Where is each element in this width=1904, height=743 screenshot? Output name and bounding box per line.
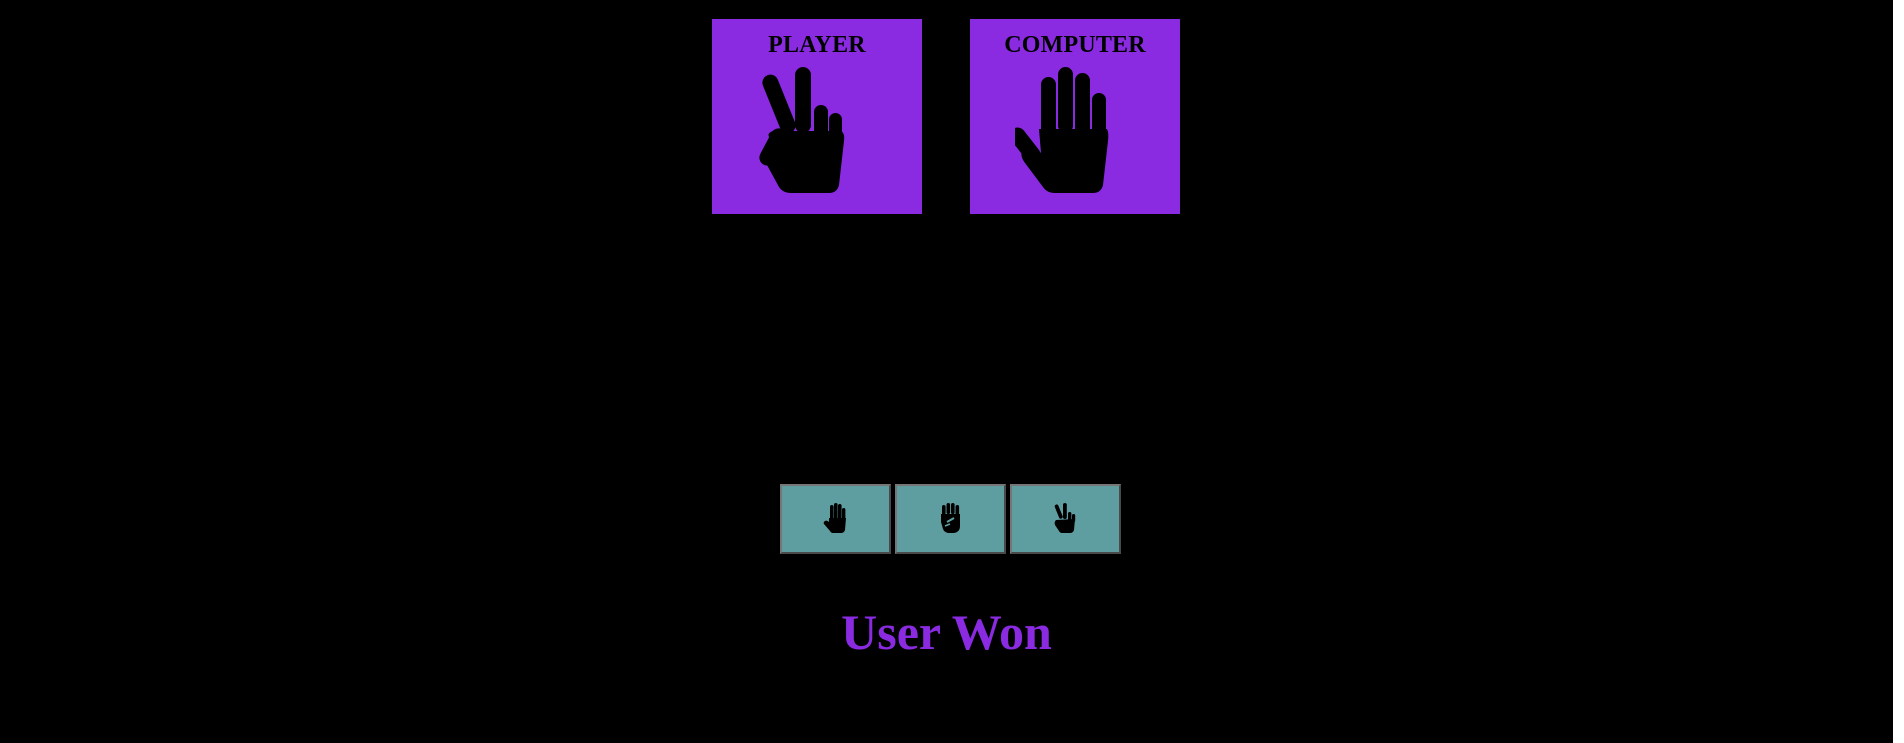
scissors-button[interactable] [1010,484,1121,554]
player-card: PLAYER [712,19,922,214]
paper-hand-icon [823,503,846,533]
scissors-hand-icon [759,67,845,193]
paper-button[interactable] [780,484,891,554]
scissors-hand-icon [1054,503,1075,533]
rock-button[interactable] [895,484,1006,554]
paper-hand-icon [1015,67,1109,193]
computer-card: COMPUTER [970,19,1180,214]
result-message: User Won [841,604,1052,660]
computer-title: COMPUTER [1004,32,1146,58]
rock-fist-icon [940,503,960,533]
player-title: PLAYER [768,32,866,58]
choice-bar [780,484,1121,554]
game-page: PLAYER COMPUTER User Won [0,0,1893,743]
